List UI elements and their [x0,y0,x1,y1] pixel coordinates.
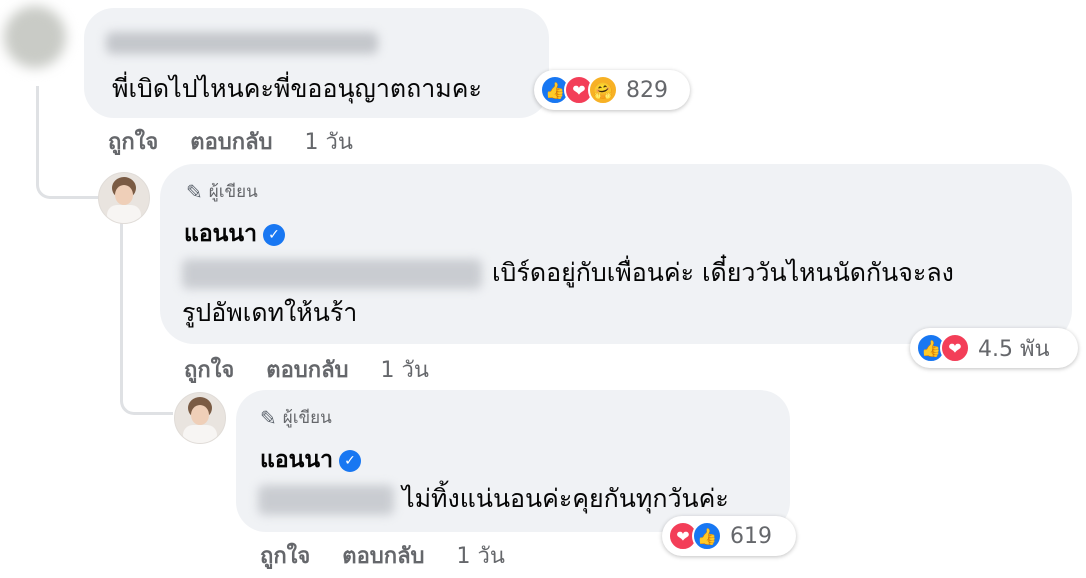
reaction-count: 829 [626,77,668,103]
author-avatar[interactable] [98,172,150,224]
pencil-icon: ✎ [260,405,277,430]
reply-button[interactable]: ตอบกลับ [190,124,272,159]
timestamp[interactable]: 1 วัน [457,538,505,573]
author-name[interactable]: แอนนา ✓ [184,216,285,252]
author-name[interactable]: แอนนา ✓ [260,442,361,478]
author-badge: ✎ ผู้เขียน [260,404,332,431]
mention-redacted[interactable] [182,259,482,289]
reaction-summary-1[interactable]: 👍 ❤ 🤗 829 [534,70,690,110]
love-reaction-icon: ❤ [940,333,970,363]
author-name-text[interactable]: แอนนา [184,221,257,247]
timestamp[interactable]: 1 วัน [381,352,429,387]
comment-actions-1: ถูกใจ ตอบกลับ 1 วัน [108,124,353,159]
reaction-count: 4.5 พัน [978,336,1050,362]
comment-text: พี่เบิดไปไหนคะพี่ขออนุญาตถามคะ [112,74,482,103]
mention-redacted[interactable] [258,485,394,515]
comment-bubble-1: พี่เบิดไปไหนคะพี่ขออนุญาตถามคะ [84,8,549,118]
author-badge-label: ผู้เขียน [282,408,332,428]
comment-bubble-2: ✎ ผู้เขียน แอนนา ✓ เบิร์ดอยู่กับเพื่อนค่ะ… [160,164,1072,344]
comment-text-line2: รูปอัพเดทให้นร้า [182,298,358,327]
comment-actions-3: ถูกใจ ตอบกลับ 1 วัน [260,538,505,573]
reply-button[interactable]: ตอบกลับ [342,538,424,573]
reaction-summary-3[interactable]: ❤ 👍 619 [662,516,796,556]
care-reaction-icon: 🤗 [588,75,618,105]
comment-text-line1: ไม่ทิ้งแน่นอนค่ะคุยกันทุกวันค่ะ [402,484,729,513]
author-name-text[interactable]: แอนนา [260,447,333,473]
comment-text-line1: เบิร์ดอยู่กับเพื่อนค่ะ เดี๋ยววันไหนนัดกั… [492,258,954,287]
comment-text: เบิร์ดอยู่กับเพื่อนค่ะ เดี๋ยววันไหนนัดกั… [182,252,1062,294]
verified-badge-icon: ✓ [339,449,361,472]
comment-actions-2: ถูกใจ ตอบกลับ 1 วัน [184,352,429,387]
reaction-summary-2[interactable]: 👍 ❤ 4.5 พัน [910,328,1078,368]
like-button[interactable]: ถูกใจ [108,124,158,159]
comment-text: ไม่ทิ้งแน่นอนค่ะคุยกันทุกวันค่ะ [258,478,729,520]
timestamp[interactable]: 1 วัน [305,124,353,159]
like-button[interactable]: ถูกใจ [184,352,234,387]
author-avatar[interactable] [174,392,226,444]
commenter-name-redacted[interactable] [106,32,378,54]
commenter-avatar[interactable] [4,6,66,68]
reply-button[interactable]: ตอบกลับ [266,352,348,387]
author-badge: ✎ ผู้เขียน [186,178,258,205]
reaction-count: 619 [730,523,772,549]
author-badge-label: ผู้เขียน [208,182,258,202]
comment-bubble-3: ✎ ผู้เขียน แอนนา ✓ ไม่ทิ้งแน่นอนค่ะคุยกัน… [236,390,790,532]
pencil-icon: ✎ [186,179,203,204]
like-reaction-icon: 👍 [692,521,722,551]
like-button[interactable]: ถูกใจ [260,538,310,573]
verified-badge-icon: ✓ [263,223,285,246]
